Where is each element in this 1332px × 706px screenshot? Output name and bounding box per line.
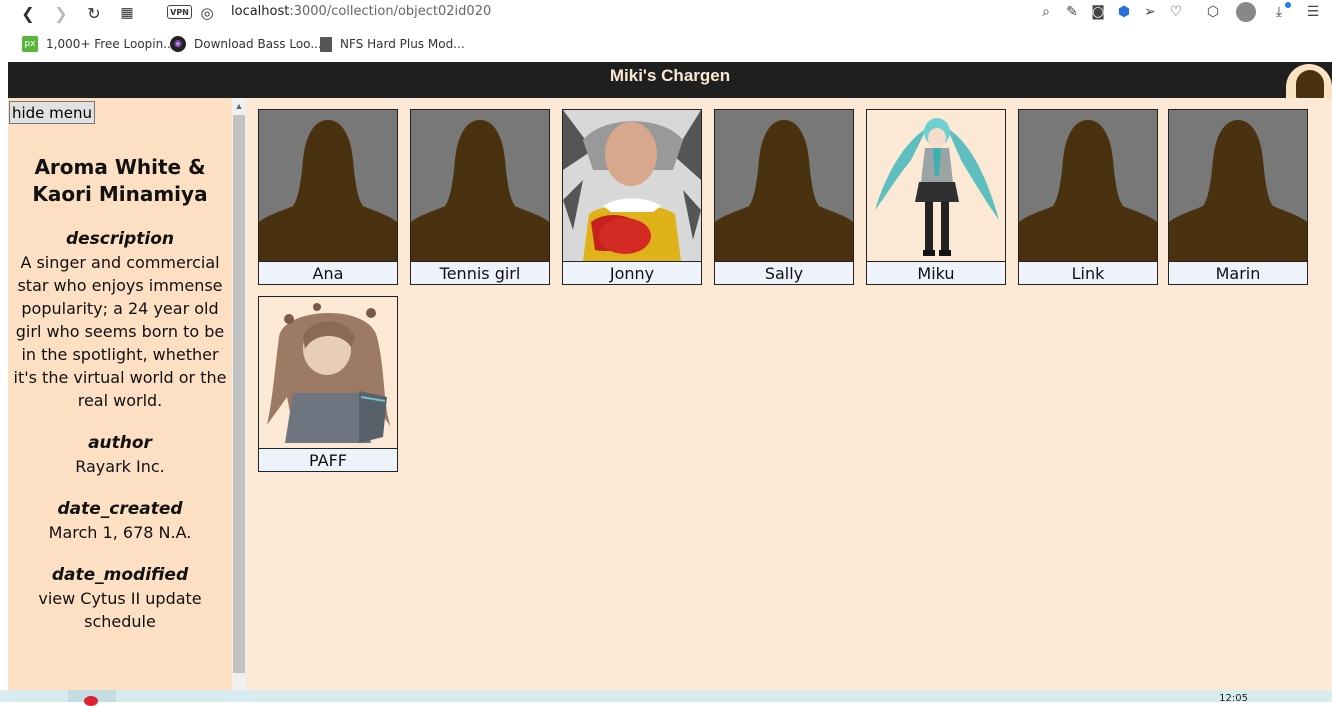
field-label-date-modified: date_modified: [51, 565, 189, 585]
cube-icon[interactable]: ⬡: [1204, 3, 1222, 21]
gallery: Ana Tennis girl Jonny Sally Miku Link Ma…: [246, 98, 1332, 690]
px-icon: px: [22, 36, 38, 52]
character-name: Ana: [259, 261, 397, 284]
app-title: Miki's Chargen: [609, 66, 731, 85]
forward-icon[interactable]: ❯: [51, 3, 71, 23]
twin-tails-image: [867, 110, 1005, 261]
silhouette-icon: [1169, 120, 1307, 261]
taskbar: 12:05: [0, 690, 1332, 706]
field-value-description: A singer and commercial star who enjoys …: [13, 253, 227, 410]
field-label-description: description: [65, 229, 174, 249]
character-card[interactable]: Link: [1018, 109, 1158, 285]
sketch-girl-image: [259, 297, 397, 448]
field-value-author: Rayark Inc.: [75, 457, 165, 476]
character-card[interactable]: Miku: [866, 109, 1006, 285]
character-portrait: [259, 110, 397, 261]
bookmark-item[interactable]: NFS Hard Plus Mod...: [320, 34, 465, 54]
taskbar-clock[interactable]: 12:05: [1219, 693, 1248, 704]
bookmark-item[interactable]: ◉ Download Bass Loo...: [170, 34, 322, 54]
vpn-badge[interactable]: VPN: [167, 5, 192, 19]
character-name: Jonny: [563, 261, 701, 284]
scroll-thumb[interactable]: [233, 115, 245, 673]
menu-icon[interactable]: ☰: [1304, 3, 1322, 21]
character-name: Sally: [715, 261, 853, 284]
bookmark-label: Download Bass Loo...: [194, 37, 322, 51]
character-card[interactable]: Tennis girl: [410, 109, 550, 285]
character-portrait: [1019, 110, 1157, 261]
sidebar: hide menu Aroma White & Kaori Minamiya d…: [8, 98, 232, 690]
character-portrait: [563, 110, 701, 261]
hide-menu-button[interactable]: hide menu: [9, 101, 95, 124]
app-header: Miki's Chargen: [8, 62, 1332, 98]
character-portrait: [1169, 110, 1307, 261]
character-title: Aroma White & Kaori Minamiya: [32, 155, 208, 206]
reload-icon[interactable]: ↻: [84, 3, 104, 23]
zoom-icon[interactable]: ⌕: [1037, 3, 1055, 21]
field-value-date-modified: view Cytus II update schedule: [38, 589, 202, 631]
character-card[interactable]: PAFF: [258, 296, 398, 472]
bookmark-label: NFS Hard Plus Mod...: [340, 37, 465, 51]
document-icon: [320, 36, 332, 52]
character-portrait: [259, 297, 397, 448]
address-row: ❮ ❯ ↻ ▦ VPN ◎ localhost:3000/collection/…: [0, 0, 1332, 26]
sidebar-scrollbar[interactable]: ▲: [232, 98, 246, 690]
url-host: localhost: [231, 4, 290, 19]
tabs-grid-icon[interactable]: ▦: [117, 3, 137, 23]
shield-icon[interactable]: ⬢: [1115, 3, 1133, 21]
bald-hero-image: [563, 110, 701, 261]
character-card[interactable]: Ana: [258, 109, 398, 285]
silhouette-icon: [411, 120, 549, 261]
character-card[interactable]: Marin: [1168, 109, 1308, 285]
character-card[interactable]: Sally: [714, 109, 854, 285]
camera-icon[interactable]: ◙: [1089, 3, 1107, 21]
url-path: :3000/collection/object02id020: [289, 4, 492, 19]
field-label-author: author: [88, 433, 152, 453]
character-name: Miku: [867, 261, 1005, 284]
profile-avatar[interactable]: [1236, 2, 1256, 22]
notification-dot: [1285, 2, 1291, 8]
silhouette-icon: [715, 120, 853, 261]
field-label-date-created: date_created: [57, 499, 183, 519]
browser-app-icon[interactable]: [84, 696, 98, 706]
waveform-icon: ◉: [170, 36, 186, 52]
bookmarks-bar: px 1,000+ Free Loopin... ◉ Download Bass…: [0, 34, 1332, 56]
heart-icon[interactable]: ♡: [1167, 3, 1185, 21]
field-value-date-created: March 1, 678 N.A.: [48, 523, 192, 542]
send-icon[interactable]: ➢: [1141, 3, 1159, 21]
character-name: PAFF: [259, 448, 397, 471]
character-portrait: [867, 110, 1005, 261]
bookmark-item[interactable]: px 1,000+ Free Loopin...: [22, 34, 175, 54]
character-portrait: [411, 110, 549, 261]
globe-icon: ◎: [200, 4, 214, 22]
back-icon[interactable]: ❮: [18, 3, 38, 23]
share-icon[interactable]: ✎: [1063, 3, 1081, 21]
browser-toolbar: ❮ ❯ ↻ ▦ VPN ◎ localhost:3000/collection/…: [0, 0, 1332, 62]
silhouette-icon: [1019, 120, 1157, 261]
detail-panel: Aroma White & Kaori Minamiya description…: [8, 154, 232, 633]
silhouette-icon: [259, 120, 397, 261]
character-name: Marin: [1169, 261, 1307, 284]
character-portrait: [715, 110, 853, 261]
character-card[interactable]: Jonny: [562, 109, 702, 285]
scroll-up-icon[interactable]: ▲: [232, 98, 246, 114]
bookmark-label: 1,000+ Free Loopin...: [46, 37, 175, 51]
character-name: Tennis girl: [411, 261, 549, 284]
address-bar[interactable]: localhost:3000/collection/object02id020: [231, 4, 491, 19]
character-name: Link: [1019, 261, 1157, 284]
